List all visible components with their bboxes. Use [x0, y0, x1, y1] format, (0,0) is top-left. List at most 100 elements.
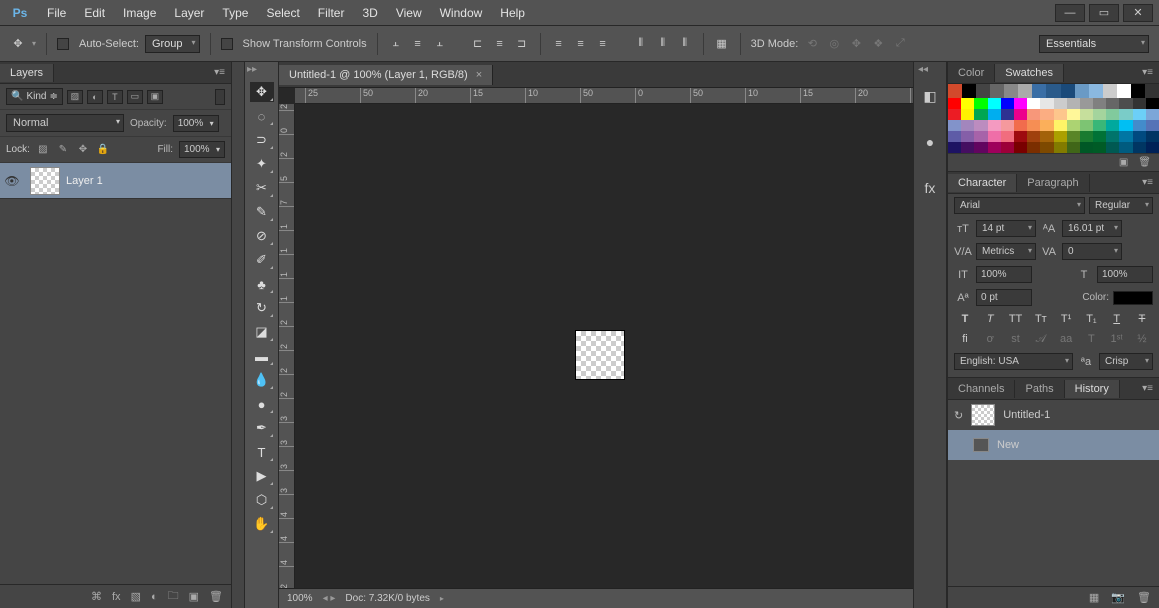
swatch[interactable]	[948, 98, 961, 109]
gradient-tool[interactable]: ▬	[250, 346, 274, 366]
ordinals-button[interactable]: 1ˢᵗ	[1108, 333, 1126, 346]
window-minimize-button[interactable]: —	[1055, 4, 1085, 22]
clone-stamp-tool[interactable]: ♣	[250, 274, 274, 294]
swatch[interactable]	[1061, 84, 1075, 98]
distribute-bottom-icon[interactable]: ≡	[595, 36, 611, 52]
swatch[interactable]	[1133, 142, 1146, 153]
swatch[interactable]	[1119, 120, 1132, 131]
swatch[interactable]	[1133, 120, 1146, 131]
panel-menu-icon[interactable]: ▾≡	[208, 67, 231, 78]
titling-alt-button[interactable]: T	[1082, 333, 1100, 346]
swatch[interactable]	[1001, 98, 1014, 109]
menu-window[interactable]: Window	[431, 2, 492, 24]
allcaps-button[interactable]: TT	[1007, 313, 1025, 325]
panel-menu-icon[interactable]: ▾≡	[1136, 67, 1159, 78]
artboard[interactable]	[575, 330, 625, 380]
history-tab[interactable]: History	[1065, 380, 1120, 398]
swatch[interactable]	[974, 120, 987, 131]
layer-row[interactable]: 👁 Layer 1	[0, 163, 231, 199]
blend-mode-dropdown[interactable]: Normal	[6, 114, 124, 132]
swatch[interactable]	[974, 142, 987, 153]
swatch[interactable]	[961, 109, 974, 120]
menu-type[interactable]: Type	[213, 2, 257, 24]
document-tab[interactable]: Untitled-1 @ 100% (Layer 1, RGB/8) ×	[279, 65, 493, 85]
swatch[interactable]	[961, 131, 974, 142]
swatch[interactable]	[1054, 98, 1067, 109]
dodge-tool[interactable]: ●	[250, 394, 274, 414]
swatch[interactable]	[1119, 109, 1132, 120]
swatch[interactable]	[1067, 109, 1080, 120]
blur-tool[interactable]: 💧	[250, 370, 274, 390]
canvas[interactable]	[295, 104, 913, 588]
magic-wand-tool[interactable]: ✦	[250, 154, 274, 174]
swatch[interactable]	[948, 142, 961, 153]
leading-input[interactable]: 16.01 pt	[1062, 220, 1122, 237]
swatch[interactable]	[1054, 131, 1067, 142]
text-color-chip[interactable]	[1113, 291, 1153, 305]
paragraph-tab[interactable]: Paragraph	[1017, 174, 1089, 192]
swatch[interactable]	[1040, 98, 1053, 109]
channels-tab[interactable]: Channels	[948, 380, 1015, 398]
swatch[interactable]	[1119, 142, 1132, 153]
swatch[interactable]	[1080, 120, 1093, 131]
color-picker-dock-icon[interactable]: ◧	[918, 84, 942, 108]
zoom-level[interactable]: 100%	[287, 593, 313, 604]
align-top-icon[interactable]: ⫠	[388, 36, 404, 52]
align-hcenter-icon[interactable]: ≡	[492, 36, 508, 52]
menu-help[interactable]: Help	[491, 2, 534, 24]
layer-group-icon[interactable]: 🗀	[168, 587, 179, 606]
layer-thumbnail[interactable]	[30, 167, 60, 195]
swatch[interactable]	[1027, 131, 1040, 142]
menu-filter[interactable]: Filter	[309, 2, 354, 24]
filter-shape-icon[interactable]: ▭	[127, 90, 143, 104]
font-size-input[interactable]: 14 pt	[976, 220, 1036, 237]
swatch[interactable]	[974, 131, 987, 142]
marquee-tool[interactable]: ◌	[250, 106, 274, 126]
delete-state-icon[interactable]: 🗑	[1137, 591, 1151, 604]
swatch[interactable]	[1106, 109, 1119, 120]
align-vcenter-icon[interactable]: ≡	[410, 36, 426, 52]
swatch[interactable]	[1080, 98, 1093, 109]
swatch[interactable]	[1080, 109, 1093, 120]
history-snapshot-row[interactable]: ↻ Untitled-1	[948, 400, 1159, 430]
doc-info[interactable]: Doc: 7.32K/0 bytes	[345, 593, 430, 604]
swatch[interactable]	[976, 84, 990, 98]
distribute-vcenter-icon[interactable]: ≡	[573, 36, 589, 52]
distribute-right-icon[interactable]: ⦀	[677, 36, 693, 52]
swatch[interactable]	[988, 98, 1001, 109]
swatch[interactable]	[988, 109, 1001, 120]
swatch[interactable]	[1145, 84, 1159, 98]
menu-view[interactable]: View	[387, 2, 431, 24]
contextual-alt-button[interactable]: ơ	[981, 333, 999, 346]
3d-pan-icon[interactable]: ✥	[848, 36, 864, 52]
swatch[interactable]	[1040, 120, 1053, 131]
snapshot-icon[interactable]: 📷	[1111, 591, 1125, 604]
swatch[interactable]	[1032, 84, 1046, 98]
show-transform-checkbox[interactable]	[221, 38, 233, 50]
swatch[interactable]	[1067, 120, 1080, 131]
type-tool[interactable]: T	[250, 442, 274, 462]
3d-scale-icon[interactable]: ⤢	[892, 36, 908, 52]
font-family-dropdown[interactable]: Arial	[954, 197, 1085, 214]
swatch[interactable]	[1018, 84, 1032, 98]
swatch[interactable]	[1117, 84, 1131, 98]
align-right-icon[interactable]: ⊐	[514, 36, 530, 52]
brush-preset-dock-icon[interactable]: ●	[918, 130, 942, 154]
menu-layer[interactable]: Layer	[165, 2, 213, 24]
eyedropper-tool[interactable]: ✎	[250, 202, 274, 222]
adjustment-layer-icon[interactable]: ◐	[151, 591, 158, 603]
ligatures-button[interactable]: fi	[956, 333, 974, 346]
swatch[interactable]	[1093, 131, 1106, 142]
healing-brush-tool[interactable]: ⊘	[250, 226, 274, 246]
collapse-icon[interactable]: ◂◂	[918, 64, 928, 75]
swatch[interactable]	[1133, 109, 1146, 120]
swatch[interactable]	[1133, 131, 1146, 142]
swatch[interactable]	[948, 109, 961, 120]
baseline-input[interactable]: 0 pt	[976, 289, 1032, 306]
swatch[interactable]	[1119, 131, 1132, 142]
swatch[interactable]	[1119, 98, 1132, 109]
lasso-tool[interactable]: ⊃	[250, 130, 274, 150]
faux-bold-button[interactable]: T	[956, 313, 974, 325]
swatch[interactable]	[1046, 84, 1060, 98]
menu-file[interactable]: File	[38, 2, 75, 24]
